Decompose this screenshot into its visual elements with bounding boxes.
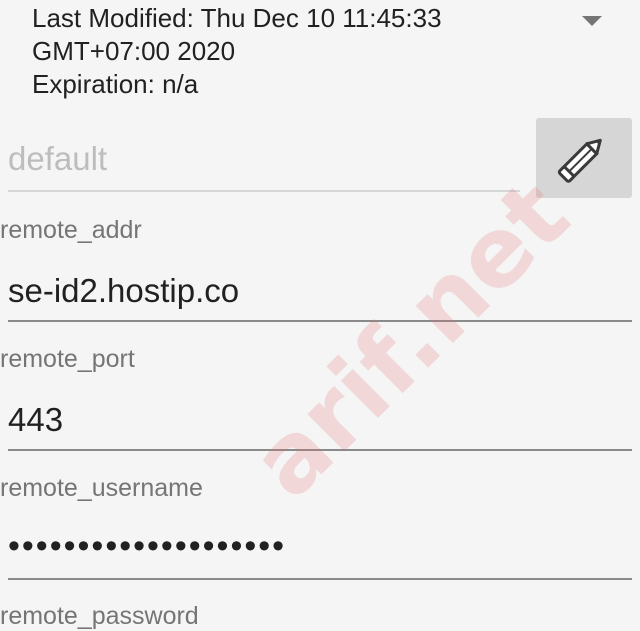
profile-info: Last Modified: Thu Dec 10 11:45:33 GMT+0… — [32, 2, 552, 101]
edit-button[interactable] — [536, 118, 632, 198]
pencil-icon — [557, 138, 602, 183]
profile-name-placeholder: default — [8, 140, 108, 177]
chevron-down-icon[interactable] — [582, 16, 602, 26]
remote-addr-input[interactable]: se-id2.hostip.co — [8, 266, 632, 322]
remote-addr-label: remote_addr — [0, 216, 142, 244]
remote-port-label: remote_port — [0, 345, 135, 373]
last-modified-line2: GMT+07:00 2020 — [32, 36, 236, 66]
remote-port-input[interactable]: 443 — [8, 395, 632, 451]
watermark: arif.net — [230, 159, 591, 520]
last-modified-line1: Last Modified: Thu Dec 10 11:45:33 — [32, 3, 442, 33]
expiration-text: Expiration: n/a — [32, 69, 199, 99]
remote-username-label: remote_username — [0, 474, 203, 502]
profile-name-input[interactable]: default — [8, 134, 520, 192]
remote-username-input[interactable]: •••••••••••••••••••• — [8, 523, 632, 580]
remote-password-label: remote_password — [0, 602, 199, 630]
